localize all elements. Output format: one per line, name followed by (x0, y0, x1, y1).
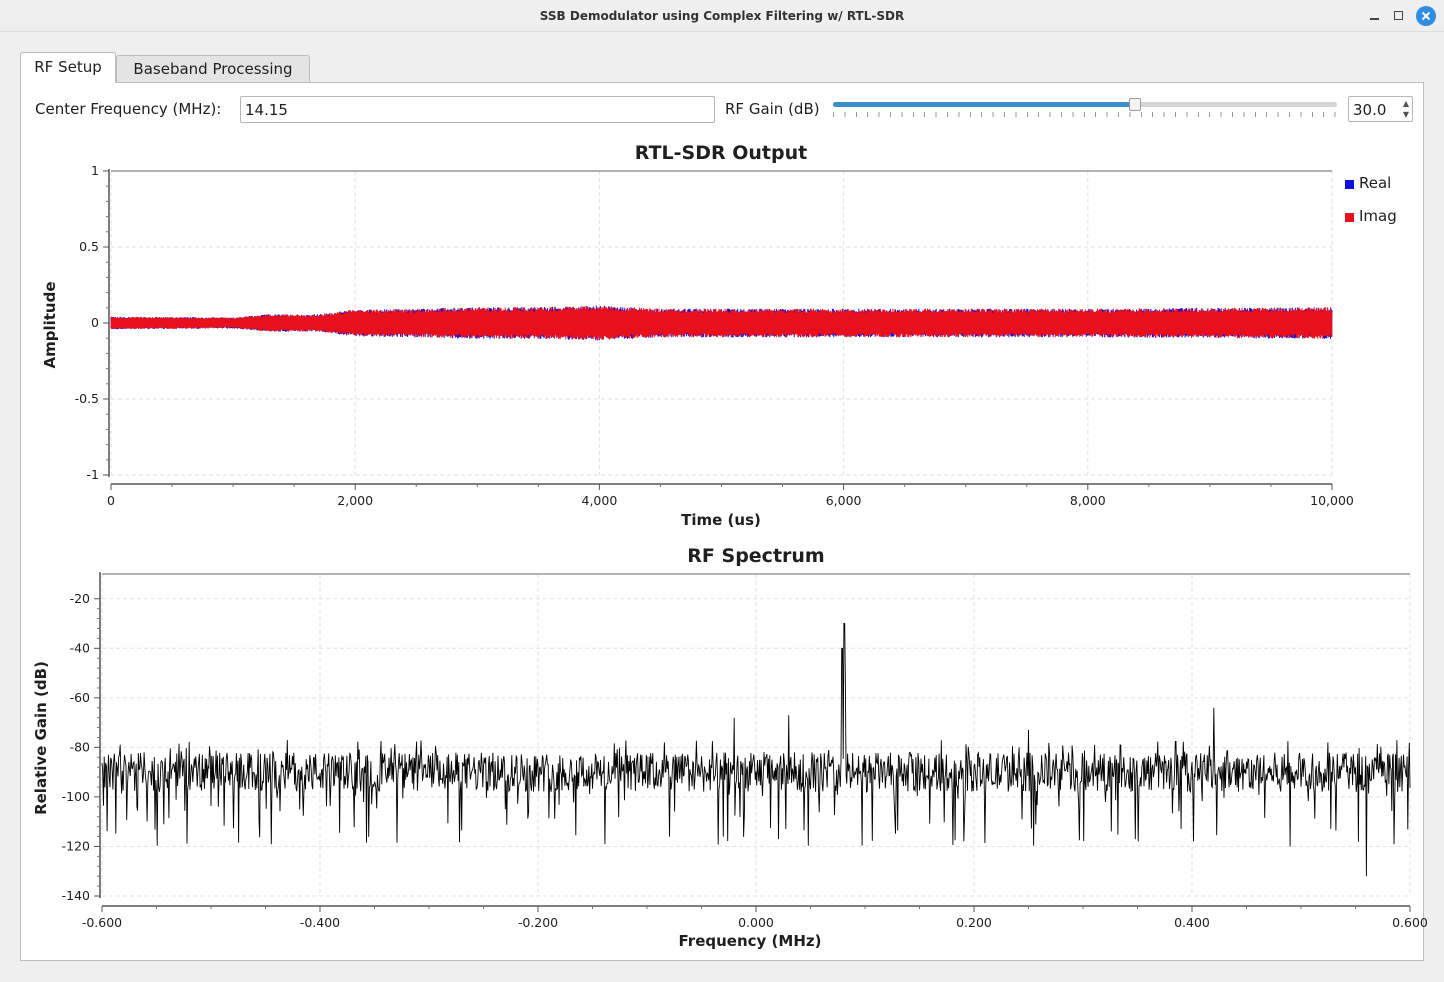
spectrum-xtick-label: 0.400 (1174, 915, 1210, 930)
tab-rf-setup[interactable]: RF Setup (20, 52, 116, 83)
spectrum-ytick-label: -40 (70, 640, 90, 655)
time-xtick-label: 4,000 (582, 493, 618, 508)
time-xtick-label: 10,000 (1310, 493, 1354, 508)
time-ytick-label: 1 (91, 163, 99, 178)
time-ytick-label: -0.5 (75, 391, 99, 406)
spectrum-xtick-label: -0.600 (82, 915, 122, 930)
spectrum-ytick-label: -120 (62, 838, 90, 853)
spectrum-ytick-label: -140 (62, 888, 90, 903)
spectrum-ytick-label: -60 (70, 690, 90, 705)
plots-canvas: 0 2,000 4,000 6,000 8,000 10,000 1 0.5 0 -0.5 -1 -0… (62, 163, 1428, 930)
spectrum-ytick-label: -80 (70, 739, 90, 754)
time-ytick-label: 0.5 (79, 239, 99, 254)
time-xtick-label: 8,000 (1070, 493, 1106, 508)
time-xtick-label: 0 (107, 493, 115, 508)
time-xtick-label: 2,000 (337, 493, 373, 508)
spectrum-xtick-label: 0.200 (956, 915, 992, 930)
spectrum-ytick-label: -100 (62, 789, 90, 804)
spectrum-xtick-label: -0.400 (300, 915, 340, 930)
spectrum-xtick-label: 0.600 (1392, 915, 1428, 930)
time-xtick-label: 6,000 (826, 493, 862, 508)
spectrum-xtick-label: -0.200 (518, 915, 558, 930)
spectrum-ytick-label: -20 (70, 591, 90, 606)
time-ytick-label: -1 (87, 467, 99, 482)
time-ytick-label: 0 (91, 315, 99, 330)
spectrum-xtick-label: 0.000 (738, 915, 774, 930)
